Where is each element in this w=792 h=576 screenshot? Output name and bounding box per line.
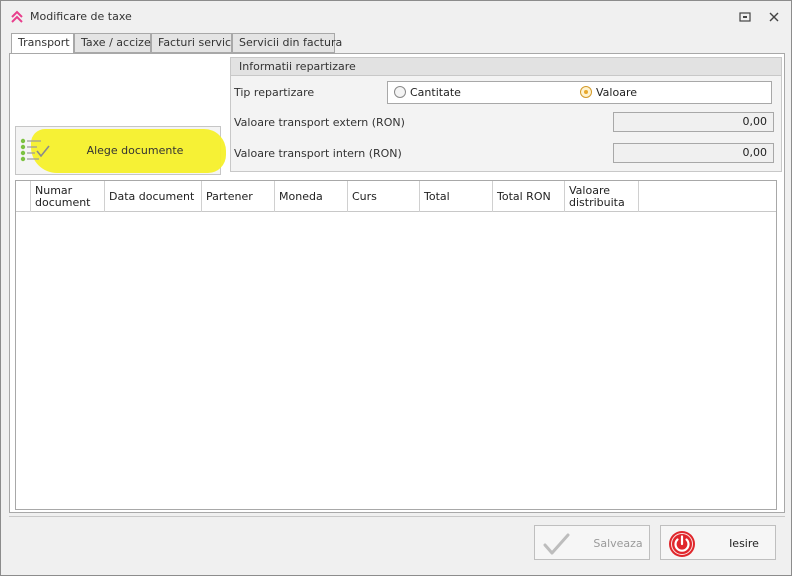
- transport-intern-label: Valoare transport intern (RON): [234, 147, 402, 160]
- col-numar-document[interactable]: Numar document: [31, 181, 105, 212]
- transport-intern-input[interactable]: 0,00: [613, 143, 774, 163]
- window: Modificare de taxe Transport Taxe / acci…: [0, 0, 792, 576]
- salveaza-label: Salveaza: [593, 537, 643, 550]
- checkmark-icon: [543, 533, 570, 555]
- radio-cantitate[interactable]: Cantitate: [394, 86, 461, 99]
- salveaza-button[interactable]: Salveaza: [534, 525, 650, 560]
- group-title: Informatii repartizare: [231, 58, 781, 76]
- col-partener[interactable]: Partener: [202, 181, 275, 212]
- grid-header: Numar document Data document Partener Mo…: [16, 181, 776, 212]
- footer-divider: [9, 516, 785, 517]
- radio-valoare-indicator: [580, 86, 592, 98]
- app-chevrons-icon: [11, 10, 23, 23]
- col-data-document[interactable]: Data document: [105, 181, 202, 212]
- radio-valoare-label: Valoare: [596, 86, 637, 99]
- checklist-icon: [20, 138, 50, 162]
- col-total[interactable]: Total: [420, 181, 493, 212]
- tab-taxe-accize[interactable]: Taxe / accize: [74, 33, 151, 53]
- tab-servicii-din-factura[interactable]: Servicii din factura: [232, 33, 342, 53]
- tip-repartizare-radio-group: Cantitate Valoare: [387, 81, 772, 104]
- close-icon[interactable]: [767, 10, 781, 24]
- transport-extern-label: Valoare transport extern (RON): [234, 116, 405, 129]
- transport-tab-page: Informatii repartizare Tip repartizare C…: [9, 53, 785, 513]
- restore-icon[interactable]: [738, 10, 752, 24]
- power-icon: [669, 531, 695, 557]
- transport-extern-input[interactable]: 0,00: [613, 112, 774, 132]
- iesire-label: Iesire: [729, 537, 759, 550]
- documents-grid[interactable]: Numar document Data document Partener Mo…: [15, 180, 777, 510]
- window-title: Modificare de taxe: [30, 10, 132, 23]
- tab-facturi-servicii[interactable]: Facturi servicii: [151, 33, 237, 53]
- radio-valoare[interactable]: Valoare: [580, 86, 637, 99]
- alege-documente-label: Alege documente: [86, 144, 184, 157]
- col-total-ron[interactable]: Total RON: [493, 181, 565, 212]
- col-valoare-distribuita[interactable]: Valoare distribuita: [565, 181, 639, 212]
- iesire-button[interactable]: Iesire: [660, 525, 776, 560]
- row-indicator-header: [16, 181, 31, 212]
- tab-transport[interactable]: Transport: [11, 33, 74, 54]
- alege-documente-button[interactable]: Alege documente: [15, 126, 226, 175]
- col-curs[interactable]: Curs: [348, 181, 420, 212]
- repartition-group: Informatii repartizare Tip repartizare C…: [230, 57, 782, 172]
- radio-cantitate-label: Cantitate: [410, 86, 461, 99]
- title-bar: Modificare de taxe: [1, 1, 791, 31]
- col-moneda[interactable]: Moneda: [275, 181, 348, 212]
- radio-cantitate-indicator: [394, 86, 406, 98]
- tip-repartizare-label: Tip repartizare: [234, 86, 315, 99]
